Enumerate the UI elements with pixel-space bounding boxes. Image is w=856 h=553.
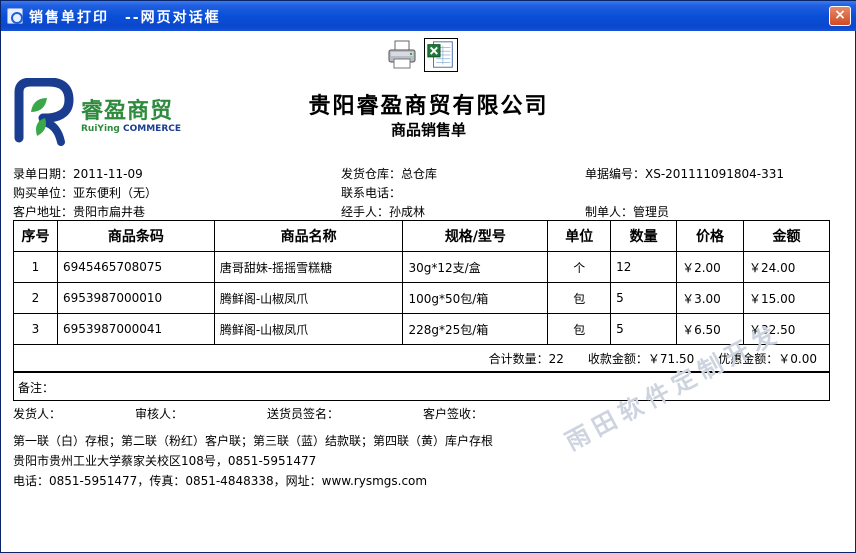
header-unit: 单位	[547, 220, 612, 252]
document-title: 商品销售单	[390, 121, 466, 139]
shipper-signature: 发货人：	[13, 407, 62, 421]
customer-address: 客户地址：贵阳市扁井巷	[13, 205, 146, 219]
company-address: 贵阳市贵州工业大学蔡家关校区108号，0851-5951477	[13, 454, 317, 468]
customer-signature: 客户签收：	[423, 407, 484, 421]
header-index: 序号	[13, 220, 58, 252]
cell-quantity: 12	[610, 251, 678, 283]
dialog-window: 销售单打印 --网页对话框 × 睿盈商贸 RuiYing COMMERCE 贵阳…	[0, 0, 856, 553]
warehouse: 发货仓库：总仓库	[341, 167, 438, 181]
table-row: 2 6953987000010 腾鲜阁-山椒凤爪 100g*50包/箱 包 5 …	[13, 282, 830, 314]
contact-phone: 联系电话：	[341, 186, 402, 200]
cell-quantity: 5	[610, 282, 678, 314]
cell-unit: 包	[547, 282, 612, 314]
cell-spec: 228g*25包/箱	[402, 313, 549, 345]
cell-product-name: 腾鲜阁-山椒凤爪	[213, 282, 404, 314]
window-title: 销售单打印 --网页对话框	[29, 10, 221, 26]
cell-index: 1	[13, 251, 58, 283]
cell-barcode: 6945465708075	[56, 251, 215, 283]
header-product-name: 商品名称	[213, 220, 404, 252]
copy-distribution-note: 第一联（白）存根；第二联（粉红）客户联；第三联（蓝）结款联；第四联（黄）库户存根	[13, 434, 494, 448]
dialog-content: 睿盈商贸 RuiYing COMMERCE 贵阳睿盈商贸有限公司 商品销售单 录…	[3, 31, 854, 551]
cell-barcode: 6953987000010	[56, 282, 215, 314]
courier-signature: 送货员签名：	[267, 407, 340, 421]
title-bar: 销售单打印 --网页对话框 ×	[1, 1, 856, 31]
header-barcode: 商品条码	[56, 220, 215, 252]
cell-spec: 100g*50包/箱	[402, 282, 549, 314]
remark-label: 备注：	[18, 381, 55, 395]
cell-unit: 个	[547, 251, 612, 283]
cell-amount: ￥15.00	[743, 282, 830, 314]
header-price: 价格	[676, 220, 745, 252]
cell-product-name: 腾鲜阁-山椒凤爪	[213, 313, 404, 345]
cell-amount: ￥24.00	[743, 251, 830, 283]
header-quantity: 数量	[610, 220, 678, 252]
cell-index: 2	[13, 282, 58, 314]
table-header-row: 序号 商品条码 商品名称 规格/型号 单位 数量 价格 金额	[13, 220, 830, 252]
reviewer-signature: 审核人：	[135, 407, 184, 421]
cell-product-name: 唐哥甜妹-摇摇雪糕糖	[213, 251, 404, 283]
table-row: 3 6953987000041 腾鲜阁-山椒凤爪 228g*25包/箱 包 5 …	[13, 313, 830, 345]
sales-table: 序号 商品条码 商品名称 规格/型号 单位 数量 价格 金额 1 6945465…	[13, 220, 830, 345]
cell-quantity: 5	[610, 313, 678, 345]
buyer: 购买单位：亚东便利（无）	[13, 186, 158, 200]
cell-price: ￥2.00	[676, 251, 745, 283]
cell-price: ￥3.00	[676, 282, 745, 314]
cell-spec: 30g*12支/盒	[402, 251, 549, 283]
table-row: 1 6945465708075 唐哥甜妹-摇摇雪糕糖 30g*12支/盒 个 1…	[13, 251, 830, 283]
header-amount: 金额	[743, 220, 830, 252]
excel-export-icon[interactable]	[424, 38, 458, 72]
close-button[interactable]: ×	[829, 6, 851, 26]
contact-info: 电话：0851-5951477，传真：0851-4848338，网址：www.r…	[13, 474, 428, 488]
cell-unit: 包	[547, 313, 612, 345]
handler: 经手人：孙成林	[341, 205, 426, 219]
entry-date: 录单日期：2011-11-09	[13, 167, 143, 181]
header-spec: 规格/型号	[402, 220, 549, 252]
creator: 制单人：管理员	[585, 205, 670, 219]
company-title: 贵阳睿盈商贸有限公司	[308, 94, 549, 119]
ie-window-icon	[7, 8, 23, 24]
document-number: 单据编号：XS-201111091804-331	[585, 167, 785, 181]
cell-index: 3	[13, 313, 58, 345]
printer-icon[interactable]	[387, 39, 417, 71]
cell-barcode: 6953987000041	[56, 313, 215, 345]
